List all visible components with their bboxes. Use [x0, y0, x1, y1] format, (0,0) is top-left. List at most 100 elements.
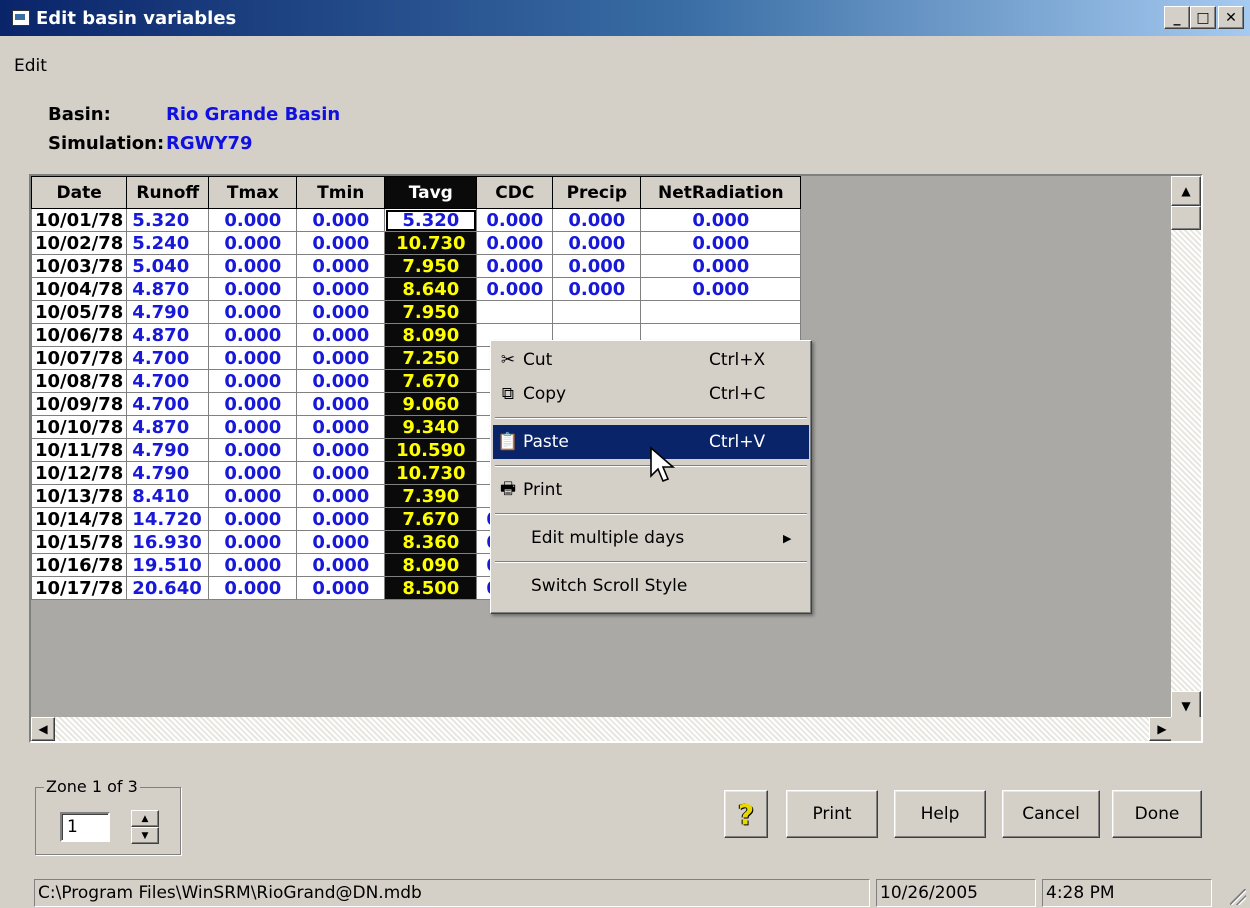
scroll-up-button[interactable]: ▲ — [1171, 176, 1201, 206]
cell-tmax[interactable]: 0.000 — [208, 300, 298, 324]
cell-runoff[interactable]: 4.700 — [126, 392, 210, 416]
cell-tmax[interactable]: 0.000 — [208, 438, 298, 462]
cell-netradiation[interactable]: 0.000 — [640, 231, 802, 255]
cell-tmax[interactable]: 0.000 — [208, 415, 298, 439]
cell-runoff[interactable]: 5.320 — [126, 208, 210, 232]
cell-tmax[interactable]: 0.000 — [208, 208, 298, 232]
cell-runoff[interactable]: 14.720 — [126, 507, 210, 531]
cell-precip[interactable]: 0.000 — [552, 231, 642, 255]
cell-cdc[interactable]: 0.000 — [476, 231, 554, 255]
cell-date[interactable]: 10/13/78 — [31, 484, 128, 508]
vertical-scroll-thumb[interactable] — [1171, 206, 1201, 230]
cell-date[interactable]: 10/10/78 — [31, 415, 128, 439]
cell-runoff[interactable]: 20.640 — [126, 576, 210, 600]
cell-date[interactable]: 10/15/78 — [31, 530, 128, 554]
spin-up-button[interactable]: ▲ — [131, 810, 159, 827]
cell-tavg[interactable]: 7.950 — [384, 254, 478, 278]
cell-date[interactable]: 10/08/78 — [31, 369, 128, 393]
cell-date[interactable]: 10/07/78 — [31, 346, 128, 370]
cell-tmax[interactable]: 0.000 — [208, 231, 298, 255]
cell-tmin[interactable]: 0.000 — [296, 576, 386, 600]
cell-tmax[interactable]: 0.000 — [208, 507, 298, 531]
cell-tavg[interactable]: 8.360 — [384, 530, 478, 554]
cell-runoff[interactable]: 4.790 — [126, 300, 210, 324]
cell-tmax[interactable]: 0.000 — [208, 553, 298, 577]
cell-date[interactable]: 10/11/78 — [31, 438, 128, 462]
cell-tmin[interactable]: 0.000 — [296, 530, 386, 554]
cell-tavg[interactable]: 10.730 — [384, 461, 478, 485]
menu-item-cut[interactable]: ✂ Cut Ctrl+X — [493, 343, 809, 377]
cell-tmin[interactable]: 0.000 — [296, 553, 386, 577]
cell-precip[interactable]: 0.000 — [552, 277, 642, 301]
resize-grip[interactable] — [1230, 889, 1246, 905]
cell-tmax[interactable]: 0.000 — [208, 346, 298, 370]
column-header-tmax[interactable]: Tmax — [208, 176, 298, 209]
table-row[interactable]: 10/01/78 5.320 0.000 0.000 5.320 0.000 0.000 0.… — [31, 208, 802, 232]
vertical-scrollbar[interactable]: ▲ ▼ — [1171, 176, 1201, 721]
help-icon-button[interactable]: ? — [724, 790, 768, 838]
cell-tmin[interactable]: 0.000 — [296, 461, 386, 485]
menu-item-copy[interactable]: ⧉ Copy Ctrl+C — [493, 377, 809, 411]
cell-date[interactable]: 10/12/78 — [31, 461, 128, 485]
cell-date[interactable]: 10/04/78 — [31, 277, 128, 301]
cell-date[interactable]: 10/17/78 — [31, 576, 128, 600]
cell-tmin[interactable]: 0.000 — [296, 277, 386, 301]
cell-date[interactable]: 10/05/78 — [31, 300, 128, 324]
cell-tmax[interactable]: 0.000 — [208, 576, 298, 600]
cell-cdc[interactable]: 0.000 — [476, 277, 554, 301]
cell-tavg[interactable]: 7.950 — [384, 300, 478, 324]
table-row[interactable]: 10/03/78 5.040 0.000 0.000 7.950 0.000 0.000 0.… — [31, 254, 802, 278]
cell-netradiation[interactable]: 0.000 — [640, 277, 802, 301]
cell-tmin[interactable]: 0.000 — [296, 254, 386, 278]
cell-runoff[interactable]: 4.870 — [126, 415, 210, 439]
cell-precip[interactable]: 0.000 — [552, 254, 642, 278]
horizontal-scrollbar[interactable]: ◀ ▶ — [31, 717, 1175, 741]
cell-tmax[interactable]: 0.000 — [208, 461, 298, 485]
help-button[interactable]: Help — [894, 790, 986, 838]
cell-tmax[interactable]: 0.000 — [208, 369, 298, 393]
cell-netradiation[interactable]: 0.000 — [640, 208, 802, 232]
cell-runoff[interactable]: 16.930 — [126, 530, 210, 554]
table-row[interactable]: 10/05/78 4.790 0.000 0.000 7.950 — [31, 300, 802, 324]
cell-runoff[interactable]: 4.790 — [126, 461, 210, 485]
cell-cdc[interactable] — [476, 300, 554, 324]
cell-runoff[interactable]: 4.700 — [126, 369, 210, 393]
cell-tmax[interactable]: 0.000 — [208, 530, 298, 554]
cell-tavg[interactable]: 9.340 — [384, 415, 478, 439]
cell-tmax[interactable]: 0.000 — [208, 254, 298, 278]
cell-tmin[interactable]: 0.000 — [296, 369, 386, 393]
menu-item-edit-multiple-days[interactable]: Edit multiple days ▶ — [493, 521, 809, 555]
menu-item-switch-scroll-style[interactable]: Switch Scroll Style — [493, 569, 809, 603]
cell-tavg[interactable]: 10.590 — [384, 438, 478, 462]
cell-tavg[interactable]: 8.640 — [384, 277, 478, 301]
scroll-left-button[interactable]: ◀ — [31, 717, 55, 741]
cell-date[interactable]: 10/14/78 — [31, 507, 128, 531]
cell-netradiation[interactable]: 0.000 — [640, 254, 802, 278]
zone-spinner[interactable]: ▲ ▼ — [131, 810, 159, 844]
cell-tavg[interactable]: 9.060 — [384, 392, 478, 416]
cell-tavg[interactable]: 8.090 — [384, 553, 478, 577]
cell-runoff[interactable]: 5.240 — [126, 231, 210, 255]
cell-date[interactable]: 10/09/78 — [31, 392, 128, 416]
column-header-date[interactable]: Date — [31, 176, 128, 209]
cell-netradiation[interactable] — [640, 300, 802, 324]
cancel-button[interactable]: Cancel — [1002, 790, 1100, 838]
cell-runoff[interactable]: 5.040 — [126, 254, 210, 278]
cell-tmax[interactable]: 0.000 — [208, 323, 298, 347]
column-header-cdc[interactable]: CDC — [476, 176, 554, 209]
cell-date[interactable]: 10/06/78 — [31, 323, 128, 347]
cell-tavg[interactable]: 8.500 — [384, 576, 478, 600]
cell-tavg[interactable]: 8.090 — [384, 323, 478, 347]
cell-precip[interactable]: 0.000 — [552, 208, 642, 232]
table-row[interactable]: 10/04/78 4.870 0.000 0.000 8.640 0.000 0.000 0.… — [31, 277, 802, 301]
cell-date[interactable]: 10/03/78 — [31, 254, 128, 278]
cell-tavg[interactable]: 7.670 — [384, 369, 478, 393]
cell-tmax[interactable]: 0.000 — [208, 392, 298, 416]
cell-runoff[interactable]: 8.410 — [126, 484, 210, 508]
cell-cdc[interactable]: 0.000 — [476, 208, 554, 232]
cell-tmin[interactable]: 0.000 — [296, 208, 386, 232]
cell-tmin[interactable]: 0.000 — [296, 415, 386, 439]
cell-runoff[interactable]: 4.700 — [126, 346, 210, 370]
cell-tavg[interactable]: 7.670 — [384, 507, 478, 531]
cell-tmin[interactable]: 0.000 — [296, 346, 386, 370]
